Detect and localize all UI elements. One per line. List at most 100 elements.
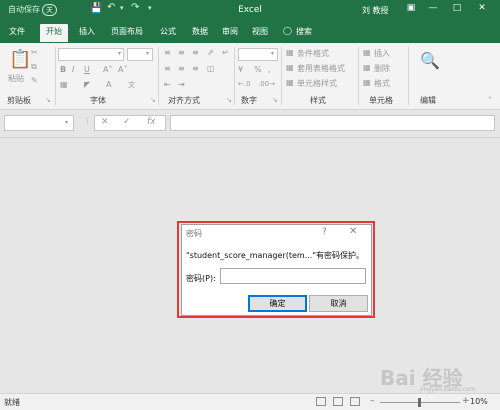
copy-icon[interactable]: ⧉ xyxy=(31,62,37,72)
conditional-format-button[interactable]: 条件格式 xyxy=(297,48,329,59)
tab-home[interactable]: 开始 xyxy=(40,24,68,42)
align-bottom-icon[interactable]: ≡ xyxy=(192,48,199,57)
font-launcher-icon[interactable]: ↘ xyxy=(150,96,156,104)
insert-cells-icon: ▦ xyxy=(363,48,371,57)
maximize-button[interactable]: □ xyxy=(449,3,465,17)
increase-font-icon[interactable]: A˄ xyxy=(103,65,112,74)
fill-color-icon[interactable]: ◤ xyxy=(84,80,90,89)
borders-icon[interactable]: ▦ xyxy=(60,80,68,89)
title-bar: 自动保存 关 💾 ↶ ▾ ↷ ▾ Excel 刘 教授 ▣ — □ ✕ xyxy=(0,0,500,22)
collapse-ribbon-icon[interactable]: ˄ xyxy=(488,96,492,105)
annotation-highlight-box xyxy=(177,221,375,318)
wrap-text-icon[interactable]: ↵ xyxy=(222,48,229,57)
table-format-icon: ▦ xyxy=(286,63,294,72)
number-format-dropdown-icon[interactable]: ▾ xyxy=(271,50,274,57)
align-left-icon[interactable]: ≡ xyxy=(164,64,171,73)
format-cells-icon: ▦ xyxy=(363,78,371,87)
increase-decimal-icon[interactable]: ←.0 xyxy=(238,80,251,88)
tab-data[interactable]: 数据 xyxy=(192,26,208,37)
group-font-label: 字体 xyxy=(90,96,106,105)
orientation-icon[interactable]: ⇗ xyxy=(207,48,214,57)
italic-icon[interactable]: I xyxy=(72,65,74,74)
percent-icon[interactable]: % xyxy=(254,65,262,74)
close-window-button[interactable]: ✕ xyxy=(474,3,490,17)
insert-cells-button[interactable]: 插入 xyxy=(374,48,390,59)
phonetic-icon[interactable]: 文 xyxy=(128,80,135,90)
zoom-slider-thumb[interactable] xyxy=(418,398,421,407)
group-separator xyxy=(408,47,409,105)
cut-icon[interactable]: ✂ xyxy=(31,48,38,57)
paste-icon[interactable]: 📋 xyxy=(9,49,31,70)
conditional-format-icon: ▦ xyxy=(286,48,294,57)
tab-file[interactable]: 文件 xyxy=(9,26,25,37)
status-bar: 就绪 – + 10% xyxy=(0,393,500,410)
align-top-icon[interactable]: ≡ xyxy=(164,48,171,57)
tab-review[interactable]: 审阅 xyxy=(222,26,238,37)
decrease-indent-icon[interactable]: ⇤ xyxy=(164,80,171,89)
tab-page-layout[interactable]: 页面布局 xyxy=(111,26,143,37)
bold-icon[interactable]: B xyxy=(60,65,66,74)
tab-view[interactable]: 视图 xyxy=(252,26,268,37)
cell-style-icon: ▦ xyxy=(286,78,294,87)
name-box-dropdown-icon[interactable]: ▾ xyxy=(65,119,68,126)
alignment-launcher-icon[interactable]: ↘ xyxy=(226,96,232,104)
currency-icon[interactable]: ¥ xyxy=(238,65,243,74)
page-break-view-icon[interactable] xyxy=(350,397,360,406)
group-styles-label: 样式 xyxy=(310,96,326,105)
formula-input[interactable] xyxy=(170,115,495,131)
align-middle-icon[interactable]: ≡ xyxy=(178,48,185,57)
group-separator xyxy=(234,47,235,105)
ribbon-display-icon[interactable]: ▣ xyxy=(403,3,419,17)
delete-cells-icon: ▦ xyxy=(363,63,371,72)
format-cells-button[interactable]: 格式 xyxy=(374,78,390,89)
delete-cells-button[interactable]: 删除 xyxy=(374,63,390,74)
formula-buttons: ✕ ✓ fx xyxy=(94,115,166,131)
formula-bar-grip-icon[interactable]: ⋮ xyxy=(84,117,91,125)
align-center-icon[interactable]: ≡ xyxy=(178,64,185,73)
table-format-button[interactable]: 套用表格格式 xyxy=(297,63,345,74)
font-name-dropdown-icon[interactable]: ▾ xyxy=(118,50,121,57)
enter-entry-icon[interactable]: ✓ xyxy=(123,117,131,127)
zoom-out-button[interactable]: – xyxy=(370,396,375,406)
cancel-entry-icon[interactable]: ✕ xyxy=(101,117,109,127)
baidu-watermark-url: jingyan.baidu.com xyxy=(420,386,476,393)
group-alignment-label: 对齐方式 xyxy=(168,96,200,105)
editing-icon[interactable]: 🔍 xyxy=(420,51,440,70)
tab-formulas[interactable]: 公式 xyxy=(160,26,176,37)
group-separator xyxy=(158,47,159,105)
name-box[interactable]: ▾ xyxy=(4,115,74,131)
number-launcher-icon[interactable]: ↘ xyxy=(272,96,278,104)
ribbon: 📋 粘贴 ✂ ⧉ ✎ 剪贴板 ↘ ▾ ▾ B I U A˄ A˅ ▦ ◤ A 文… xyxy=(0,43,500,110)
cell-style-button[interactable]: 单元格样式 xyxy=(297,78,337,89)
zoom-level[interactable]: 10% xyxy=(470,397,488,406)
paste-button[interactable]: 粘贴 xyxy=(8,73,24,84)
group-separator xyxy=(55,47,56,105)
group-number-label: 数字 xyxy=(241,96,257,105)
formula-bar: ▾ ⋮ ✕ ✓ fx xyxy=(0,110,500,138)
font-size-dropdown-icon[interactable]: ▾ xyxy=(146,50,149,57)
minimize-button[interactable]: — xyxy=(425,3,441,17)
normal-view-icon[interactable] xyxy=(316,397,326,406)
clipboard-launcher-icon[interactable]: ↘ xyxy=(45,96,51,104)
align-right-icon[interactable]: ≡ xyxy=(192,64,199,73)
font-size-combo[interactable] xyxy=(127,48,153,61)
ribbon-tabs: 文件 开始 插入 页面布局 公式 数据 审阅 视图 ◯ 搜索 xyxy=(0,22,500,43)
format-painter-icon[interactable]: ✎ xyxy=(31,76,38,85)
decrease-decimal-icon[interactable]: .00→ xyxy=(258,80,275,88)
increase-indent-icon[interactable]: ⇥ xyxy=(178,80,185,89)
tab-search[interactable]: 搜索 xyxy=(296,26,312,37)
page-layout-view-icon[interactable] xyxy=(333,397,343,406)
font-color-icon[interactable]: A xyxy=(106,80,111,89)
underline-icon[interactable]: U xyxy=(84,65,90,74)
zoom-in-button[interactable]: + xyxy=(462,396,470,406)
insert-function-icon[interactable]: fx xyxy=(147,117,156,127)
user-name[interactable]: 刘 教授 xyxy=(362,5,389,16)
comma-style-icon[interactable]: , xyxy=(268,65,271,74)
group-separator xyxy=(358,47,359,105)
font-name-combo[interactable] xyxy=(58,48,124,61)
decrease-font-icon[interactable]: A˅ xyxy=(118,65,127,74)
group-editing-label: 编辑 xyxy=(420,96,436,105)
tab-insert[interactable]: 插入 xyxy=(79,26,95,37)
merge-center-icon[interactable]: ◫ xyxy=(207,64,215,73)
lightbulb-icon: ◯ xyxy=(283,26,292,35)
